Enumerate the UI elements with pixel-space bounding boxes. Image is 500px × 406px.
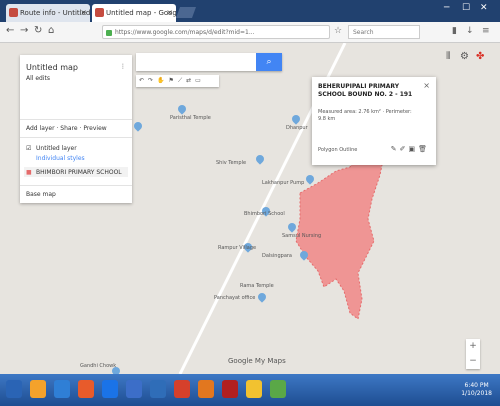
maximize-icon[interactable]: ☐ bbox=[462, 3, 470, 13]
divider bbox=[20, 119, 132, 120]
forward-icon[interactable]: → bbox=[20, 25, 28, 36]
star-icon[interactable]: ☆ bbox=[334, 26, 342, 36]
system-clock[interactable]: 6:40 PM 1/10/2018 bbox=[461, 382, 492, 398]
redo-icon[interactable]: ↷ bbox=[148, 77, 157, 84]
base-map-toggle[interactable]: Base map bbox=[26, 191, 56, 198]
close-icon[interactable]: × bbox=[166, 4, 173, 22]
browser-window: Route info - Untitled map × Untitled map… bbox=[0, 0, 500, 406]
acrobat-icon[interactable] bbox=[222, 380, 238, 398]
ruler-icon[interactable]: ▭ bbox=[195, 77, 205, 84]
map-label: Samsul Nursing bbox=[282, 233, 322, 239]
bookmark-icon[interactable]: ▮ bbox=[452, 26, 457, 36]
more-options-icon[interactable]: ⋮ bbox=[120, 63, 126, 70]
map-label: Shiv Temple bbox=[216, 160, 247, 166]
map-label: Dhanpur bbox=[286, 125, 308, 131]
back-icon[interactable]: ← bbox=[6, 25, 14, 36]
map-label: Bhimbori School bbox=[244, 211, 285, 217]
download-icon[interactable]: ↓ bbox=[466, 26, 474, 36]
layer-checkbox[interactable]: ☑ bbox=[26, 145, 31, 152]
tab-bar: Route info - Untitled map × Untitled map… bbox=[0, 0, 500, 22]
map-label: Gandhi Chowk bbox=[80, 363, 117, 369]
feature-title: BEHERUPIPALI PRIMARY SCHOOL BOUND NO. 2 … bbox=[318, 83, 413, 98]
zoom-out-button[interactable]: − bbox=[466, 354, 480, 369]
word-icon[interactable] bbox=[102, 380, 118, 398]
zoom-controls: + − bbox=[466, 339, 480, 369]
polygon-item-label: BHIMBORI PRIMARY SCHOOL bbox=[36, 169, 122, 176]
file-explorer-icon[interactable] bbox=[30, 380, 46, 398]
tab-route-info[interactable]: Route info - Untitled map × bbox=[6, 4, 90, 22]
close-icon[interactable]: × bbox=[423, 81, 430, 90]
clock-time: 6:40 PM bbox=[464, 382, 489, 389]
panel-actions[interactable]: Add layer · Share · Preview bbox=[26, 125, 107, 132]
zoom-in-button[interactable]: + bbox=[466, 339, 480, 354]
tab-favicon-icon bbox=[95, 8, 104, 17]
map-label: Panchayat office bbox=[214, 295, 256, 301]
map-label: Dalsingpara bbox=[262, 253, 292, 259]
grid-icon[interactable]: ⦀ bbox=[446, 51, 450, 62]
app-icon[interactable] bbox=[270, 380, 286, 398]
polygon-list-item[interactable]: ■ BHIMBORI PRIMARY SCHOOL bbox=[24, 167, 128, 177]
browser-toolbar: ← → ↻ ⌂ https://www.google.com/maps/d/ed… bbox=[0, 22, 500, 43]
hand-icon[interactable]: ✋ bbox=[157, 77, 168, 84]
tab-favicon-icon bbox=[9, 8, 18, 17]
folder-icon[interactable] bbox=[246, 380, 262, 398]
app-icon[interactable] bbox=[54, 380, 70, 398]
directions-icon[interactable]: ⇄ bbox=[186, 77, 195, 84]
photo-icon[interactable]: ▣ bbox=[408, 145, 418, 153]
map-search-input[interactable]: ⌕ bbox=[136, 53, 282, 71]
divider bbox=[20, 137, 132, 138]
lock-icon bbox=[106, 30, 112, 36]
address-bar[interactable]: https://www.google.com/maps/d/edit?mid=1… bbox=[102, 25, 330, 39]
feature-style[interactable]: Polygon Outline bbox=[318, 147, 357, 153]
undo-icon[interactable]: ↶ bbox=[139, 77, 148, 84]
close-window-icon[interactable]: ✕ bbox=[480, 3, 488, 13]
layer-title[interactable]: Untitled layer bbox=[36, 145, 77, 152]
app-icon[interactable] bbox=[126, 380, 142, 398]
delete-icon[interactable]: 🗑 bbox=[418, 145, 430, 153]
polygon-area bbox=[295, 138, 385, 320]
map-layers-panel: Untitled map All edits ⋮ Add layer · Sha… bbox=[20, 55, 132, 203]
map-label: Lakhanpur Pump bbox=[262, 180, 305, 186]
map-label: Paristhal Temple bbox=[170, 115, 211, 121]
minimize-icon[interactable]: ─ bbox=[444, 3, 449, 13]
layer-style[interactable]: Individual styles bbox=[36, 155, 85, 162]
start-button[interactable] bbox=[6, 380, 22, 398]
address-text: https://www.google.com/maps/d/edit?mid=1… bbox=[115, 29, 255, 36]
map-title[interactable]: Untitled map bbox=[26, 63, 78, 72]
browser-search-input[interactable]: Search bbox=[348, 25, 420, 39]
map-label: Rama Temple bbox=[240, 283, 274, 289]
settings-icon[interactable]: ⚙ bbox=[460, 51, 469, 62]
paint-icon[interactable]: ✎ bbox=[391, 145, 400, 153]
google-logo: Google My Maps bbox=[228, 357, 286, 365]
polygon-icon: ■ bbox=[26, 169, 32, 176]
close-icon[interactable]: × bbox=[80, 4, 87, 22]
divider bbox=[20, 185, 132, 186]
map-label: Rampur Village bbox=[218, 245, 257, 251]
chrome-icon[interactable] bbox=[174, 380, 190, 398]
map-canvas[interactable]: Untitled map All edits ⋮ Add layer · Sha… bbox=[0, 43, 500, 374]
search-icon[interactable]: ⌕ bbox=[256, 53, 282, 71]
new-tab-button[interactable] bbox=[175, 7, 197, 18]
firefox-icon[interactable] bbox=[78, 380, 94, 398]
app-icon[interactable] bbox=[150, 380, 166, 398]
edit-status: All edits bbox=[26, 75, 50, 82]
windows-taskbar: 6:40 PM 1/10/2018 bbox=[0, 374, 500, 406]
feature-info-card: BEHERUPIPALI PRIMARY SCHOOL BOUND NO. 2 … bbox=[312, 77, 436, 165]
home-icon[interactable]: ⌂ bbox=[48, 25, 54, 36]
line-icon[interactable]: ⟋ bbox=[178, 77, 186, 84]
marker-icon[interactable]: ⚑ bbox=[169, 77, 178, 84]
map-toolbar: ↶↷✋⚑⟋⇄▭ bbox=[136, 75, 219, 87]
tab-untitled-map[interactable]: Untitled map - Google My Ma × bbox=[92, 4, 176, 22]
apps-icon[interactable]: ✤ bbox=[476, 51, 484, 62]
app-icon[interactable] bbox=[198, 380, 214, 398]
clock-date: 1/10/2018 bbox=[461, 390, 492, 397]
menu-icon[interactable]: ≡ bbox=[482, 26, 490, 36]
feature-description: Measured area: 2.76 km² · Perimeter: 9.8… bbox=[318, 109, 412, 122]
feature-actions: ✎✐▣🗑 bbox=[391, 145, 430, 153]
search-placeholder: Search bbox=[353, 29, 374, 36]
reload-icon[interactable]: ↻ bbox=[34, 25, 42, 36]
